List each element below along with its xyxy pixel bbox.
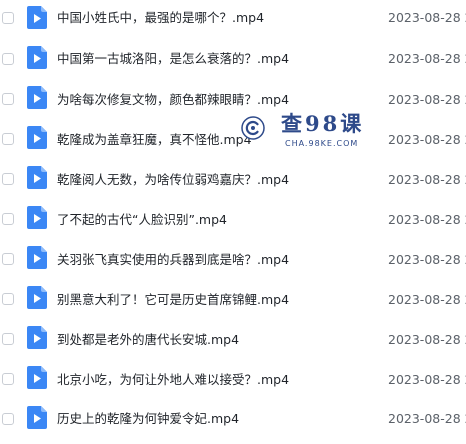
watermark: 查98课 CHA.98KE.COM	[241, 112, 371, 156]
file-date: 2023-08-28 20	[388, 411, 466, 426]
file-checkbox[interactable]	[2, 213, 14, 225]
file-name[interactable]: 乾隆成为盖章狂魔，真不怪他.mp4	[57, 132, 252, 148]
file-checkbox[interactable]	[2, 93, 14, 105]
file-checkbox[interactable]	[2, 133, 14, 145]
file-row[interactable]: 历史上的乾隆为何钟爱令妃.mp4 2023-08-28 20	[0, 400, 466, 444]
watermark-subtitle: CHA.98KE.COM	[285, 139, 359, 148]
video-file-icon	[27, 286, 47, 309]
file-row[interactable]: 北京小吃，为何让外地人难以接受？.mp4 2023-08-28 20	[0, 360, 466, 400]
file-row[interactable]: 为啥每次修复文物，颜色都辣眼睛？.mp4 2023-08-28 20	[0, 80, 466, 120]
video-file-icon	[27, 326, 47, 349]
file-checkbox[interactable]	[2, 53, 14, 65]
file-name[interactable]: 中国小姓氏中，最强的是哪个？.mp4	[57, 10, 264, 26]
file-name[interactable]: 了不起的古代“人脸识别”.mp4	[57, 212, 227, 228]
file-date: 2023-08-28 20	[388, 252, 466, 267]
video-file-icon	[27, 246, 47, 269]
file-date: 2023-08-28 20	[388, 292, 466, 307]
watermark-title: 查98课	[281, 111, 365, 136]
file-name[interactable]: 北京小吃，为何让外地人难以接受？.mp4	[57, 372, 289, 388]
video-file-icon	[27, 406, 47, 429]
file-name[interactable]: 为啥每次修复文物，颜色都辣眼睛？.mp4	[57, 92, 289, 108]
video-file-icon	[27, 126, 47, 149]
file-checkbox[interactable]	[2, 333, 14, 345]
file-date: 2023-08-28 20	[388, 51, 466, 66]
file-row[interactable]: 乾隆阅人无数，为啥传位弱鸡嘉庆？.mp4 2023-08-28 20	[0, 160, 466, 200]
video-file-icon	[27, 166, 47, 189]
file-date: 2023-08-28 20	[388, 332, 466, 347]
file-date: 2023-08-28 20	[388, 172, 466, 187]
file-date: 2023-08-28 20	[388, 372, 466, 387]
video-file-icon	[27, 86, 47, 109]
file-date: 2023-08-28 20	[388, 132, 466, 147]
file-row[interactable]: 乾隆成为盖章狂魔，真不怪他.mp4 2023-08-28 20	[0, 120, 466, 160]
file-date: 2023-08-28 20	[388, 10, 466, 25]
file-checkbox[interactable]	[2, 413, 14, 425]
file-date: 2023-08-28 20	[388, 92, 466, 107]
video-file-icon	[27, 206, 47, 229]
file-date: 2023-08-28 20	[388, 212, 466, 227]
file-name[interactable]: 乾隆阅人无数，为啥传位弱鸡嘉庆？.mp4	[57, 172, 289, 188]
file-checkbox[interactable]	[2, 12, 14, 24]
file-row[interactable]: 到处都是老外的唐代长安城.mp4 2023-08-28 20	[0, 320, 466, 360]
file-name[interactable]: 别黑意大利了！它可是历史首席锦鲤.mp4	[57, 292, 289, 308]
video-file-icon	[27, 366, 47, 389]
video-file-icon	[27, 6, 47, 29]
file-row[interactable]: 中国第一古城洛阳，是怎么衰落的？.mp4 2023-08-28 20	[0, 40, 466, 80]
file-checkbox[interactable]	[2, 373, 14, 385]
video-file-icon	[27, 46, 47, 69]
file-name[interactable]: 中国第一古城洛阳，是怎么衰落的？.mp4	[57, 51, 289, 67]
file-row[interactable]: 关羽张飞真实使用的兵器到底是啥？.mp4 2023-08-28 20	[0, 240, 466, 280]
file-name[interactable]: 到处都是老外的唐代长安城.mp4	[57, 332, 239, 348]
c-logo-icon	[241, 116, 265, 140]
file-checkbox[interactable]	[2, 173, 14, 185]
file-checkbox[interactable]	[2, 293, 14, 305]
file-name[interactable]: 关羽张飞真实使用的兵器到底是啥？.mp4	[57, 252, 289, 268]
file-name[interactable]: 历史上的乾隆为何钟爱令妃.mp4	[57, 411, 239, 427]
file-checkbox[interactable]	[2, 253, 14, 265]
file-row[interactable]: 别黑意大利了！它可是历史首席锦鲤.mp4 2023-08-28 20	[0, 280, 466, 320]
file-row[interactable]: 中国小姓氏中，最强的是哪个？.mp4 2023-08-28 20	[0, 0, 466, 40]
file-row[interactable]: 了不起的古代“人脸识别”.mp4 2023-08-28 20	[0, 200, 466, 240]
file-list: 中国小姓氏中，最强的是哪个？.mp4 2023-08-28 20 中国第一古城洛…	[0, 0, 466, 444]
